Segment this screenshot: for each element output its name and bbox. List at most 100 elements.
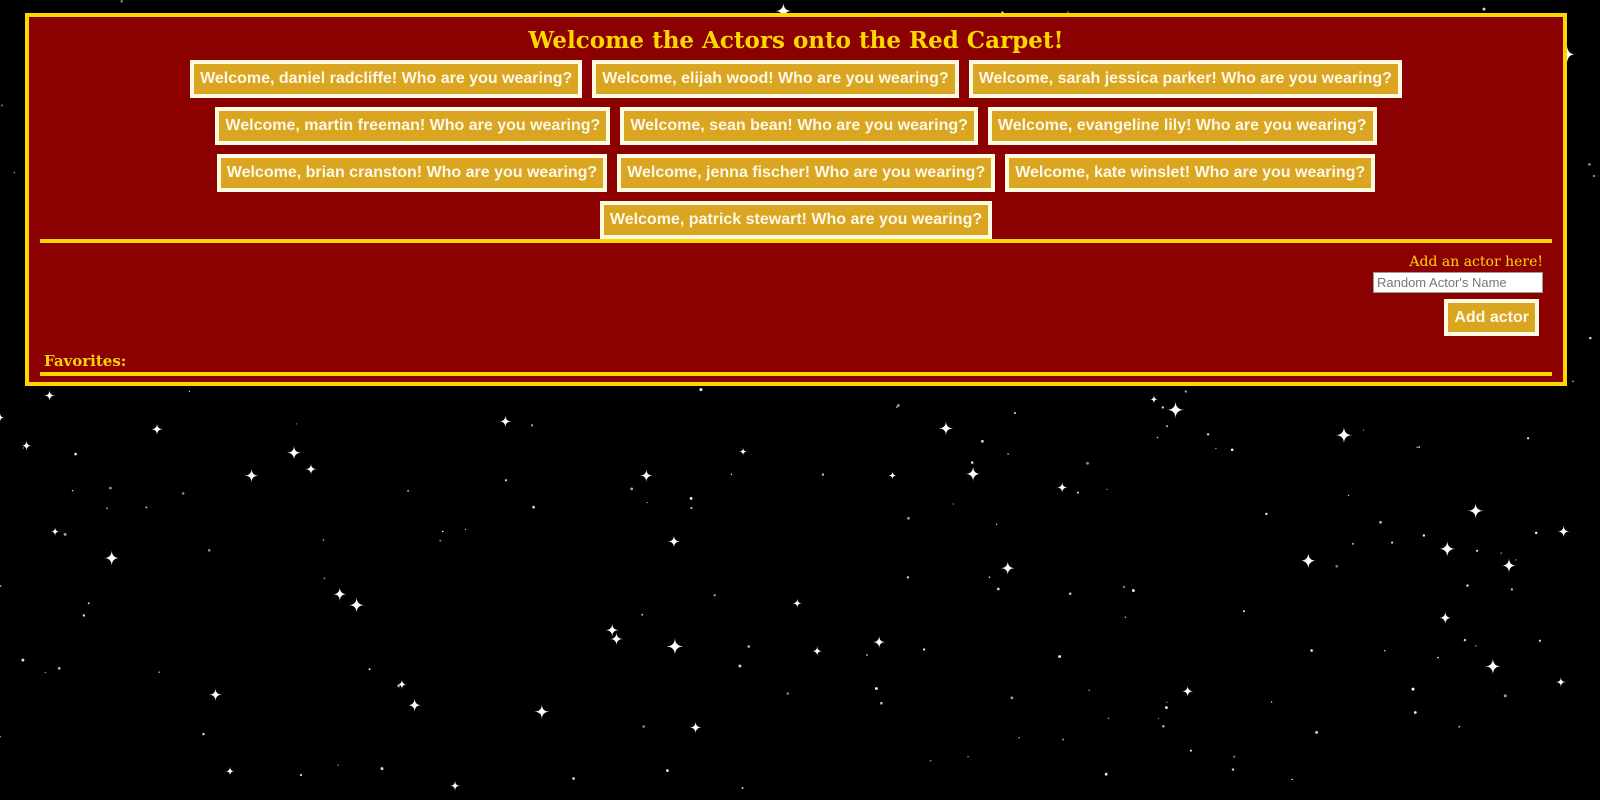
star-dot bbox=[1291, 778, 1293, 781]
star-dot bbox=[1104, 772, 1108, 776]
star-dot bbox=[1466, 584, 1469, 587]
star-dot bbox=[1482, 7, 1486, 11]
add-actor-button[interactable]: Add actor bbox=[1444, 299, 1539, 336]
sparkle-glow bbox=[693, 725, 698, 730]
star-dot bbox=[202, 732, 205, 736]
star-dot bbox=[1161, 406, 1164, 409]
star-dot bbox=[641, 613, 644, 616]
star-dot bbox=[874, 687, 878, 690]
actor-button-sarah-jessica-parker[interactable]: Welcome, sarah jessica parker! Who are y… bbox=[968, 59, 1402, 98]
sparkle-glow bbox=[1060, 485, 1065, 490]
star-dot bbox=[970, 461, 974, 464]
star-dot bbox=[1383, 649, 1386, 652]
star-dot bbox=[980, 439, 984, 443]
star-dot bbox=[1122, 585, 1126, 589]
sparkle-glow bbox=[24, 443, 29, 448]
star-dot bbox=[1437, 656, 1439, 659]
star-dot bbox=[865, 654, 868, 656]
star-dot bbox=[1422, 534, 1426, 537]
star-dot bbox=[996, 587, 1000, 591]
star-dot bbox=[741, 787, 744, 789]
star-dot bbox=[464, 528, 467, 531]
page-title: Welcome the Actors onto the Red Carpet! bbox=[528, 27, 1064, 54]
star-dot bbox=[109, 486, 112, 490]
star-dot bbox=[188, 390, 190, 392]
favorites-label: Favorites: bbox=[44, 352, 127, 370]
star-dot bbox=[690, 507, 693, 510]
actor-name-input[interactable] bbox=[1373, 272, 1543, 293]
star-dot bbox=[106, 507, 108, 510]
star-dot bbox=[441, 530, 444, 533]
star-dot bbox=[158, 671, 161, 674]
sparkle-glow bbox=[1340, 432, 1348, 439]
star-dot bbox=[922, 648, 926, 651]
star-dot bbox=[906, 576, 910, 579]
star-dot bbox=[929, 759, 932, 762]
star-dot bbox=[1088, 689, 1090, 691]
star-dot bbox=[1231, 768, 1235, 771]
star-dot bbox=[1362, 429, 1365, 431]
star-dot bbox=[1166, 701, 1168, 703]
star-dot bbox=[1010, 696, 1014, 700]
sparkle-glow bbox=[943, 425, 949, 431]
star-dot bbox=[646, 501, 648, 504]
star-dot bbox=[821, 473, 825, 476]
star-dot bbox=[1463, 638, 1467, 642]
star-dot bbox=[1165, 706, 1168, 709]
sparkle-glow bbox=[671, 539, 677, 544]
actor-button-brian-cranston[interactable]: Welcome, brian cranston! Who are you wea… bbox=[216, 153, 608, 192]
actor-button-jenna-fischer[interactable]: Welcome, jenna fischer! Who are you wear… bbox=[617, 153, 996, 192]
actor-button-patrick-stewart[interactable]: Welcome, patrick stewart! Who are you we… bbox=[599, 200, 993, 239]
star-dot bbox=[713, 594, 716, 597]
star-dot bbox=[337, 764, 339, 766]
actor-button-martin-freeman[interactable]: Welcome, martin freeman! Who are you wea… bbox=[215, 106, 611, 145]
star-dot bbox=[1242, 610, 1245, 613]
star-dot bbox=[1510, 588, 1513, 591]
sparkle-glow bbox=[108, 555, 115, 561]
star-dot bbox=[295, 423, 298, 425]
sparkle-glow bbox=[1172, 406, 1179, 413]
star-dot bbox=[13, 171, 16, 174]
star-dot bbox=[880, 701, 883, 705]
sparkle-glow bbox=[876, 639, 882, 645]
star-dot bbox=[1572, 380, 1574, 383]
sparkle-glow bbox=[795, 601, 799, 605]
star-dot bbox=[747, 645, 750, 648]
star-dot bbox=[1062, 738, 1065, 741]
star-dot bbox=[1189, 749, 1193, 752]
actor-row: Welcome, patrick stewart! Who are you we… bbox=[39, 196, 1553, 243]
sparkle-glow bbox=[970, 471, 976, 477]
star-dot bbox=[1086, 461, 1089, 465]
star-dot bbox=[1315, 730, 1319, 734]
star-dot bbox=[952, 503, 955, 505]
sparkle-glow bbox=[1472, 507, 1479, 514]
actor-button-sean-bean[interactable]: Welcome, sean bean! Who are you wearing? bbox=[620, 106, 978, 145]
star-dot bbox=[1124, 616, 1127, 619]
actor-button-kate-winslet[interactable]: Welcome, kate winslet! Who are you weari… bbox=[1005, 153, 1376, 192]
sparkle-glow bbox=[1185, 689, 1190, 694]
star-dot bbox=[1534, 531, 1538, 535]
sparkle-glow bbox=[1561, 529, 1566, 534]
star-dot bbox=[1335, 564, 1339, 568]
star-dot bbox=[87, 602, 90, 605]
star-dot bbox=[407, 489, 410, 492]
sparkle-glow bbox=[1506, 562, 1512, 569]
actor-button-elijah-wood[interactable]: Welcome, elijah wood! Who are you wearin… bbox=[592, 59, 959, 98]
star-dot bbox=[1475, 549, 1479, 552]
actor-button-daniel-radcliffe[interactable]: Welcome, daniel radcliffe! Who are you w… bbox=[190, 59, 583, 98]
star-dot bbox=[1411, 687, 1415, 691]
star-dot bbox=[1413, 711, 1417, 714]
star-dot bbox=[1184, 390, 1188, 393]
actor-button-evangeline-lily[interactable]: Welcome, evangeline lily! Who are you we… bbox=[987, 106, 1377, 145]
star-dot bbox=[1589, 336, 1592, 340]
star-dot bbox=[572, 777, 575, 780]
star-dot bbox=[1156, 436, 1159, 439]
star-dot bbox=[1206, 433, 1210, 436]
star-dot bbox=[1018, 737, 1020, 739]
sparkle-glow bbox=[1005, 565, 1011, 571]
star-dot bbox=[181, 492, 185, 495]
star-dot bbox=[504, 479, 508, 482]
star-dot bbox=[1526, 437, 1530, 440]
sparkle-glow bbox=[228, 769, 232, 773]
star-dot bbox=[906, 516, 910, 520]
